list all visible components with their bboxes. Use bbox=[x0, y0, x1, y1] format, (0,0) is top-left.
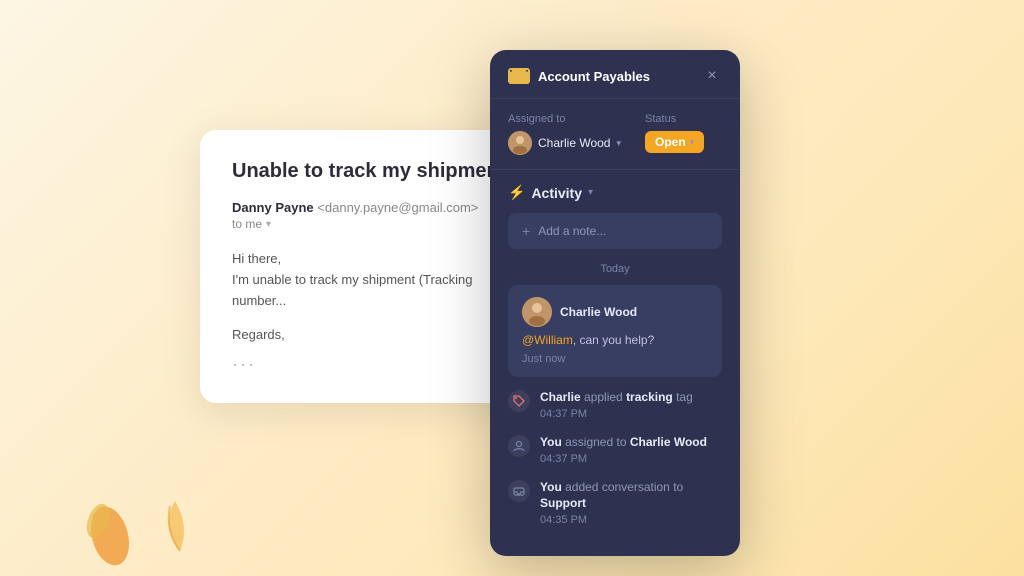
status-chevron-icon: ▾ bbox=[690, 137, 695, 148]
envelope-icon bbox=[508, 68, 530, 84]
email-to: to me ▾ bbox=[232, 217, 528, 231]
message-header: Charlie Wood bbox=[522, 297, 708, 327]
sender-email: <danny.payne@gmail.com> bbox=[317, 200, 478, 215]
activity-message-card: Charlie Wood @William, can you help? Jus… bbox=[508, 285, 722, 377]
log-time-1: 04:37 PM bbox=[540, 408, 693, 420]
assignee-name: Charlie Wood bbox=[538, 136, 610, 150]
avatar-svg bbox=[508, 131, 532, 155]
email-from: Danny Payne <danny.payne@gmail.com> bbox=[232, 200, 528, 215]
email-subject: Unable to track my shipment bbox=[232, 158, 528, 184]
email-body: Hi there, I'm unable to track my shipmen… bbox=[232, 249, 528, 311]
log-text-block-3: You added conversation to Support 04:35 … bbox=[540, 479, 722, 527]
email-content: I'm unable to track my shipment (Trackin… bbox=[232, 272, 472, 308]
log-text-2: You assigned to Charlie Wood bbox=[540, 434, 707, 451]
log-assignee: Charlie Wood bbox=[630, 435, 707, 449]
log-time-2: 04:37 PM bbox=[540, 453, 707, 465]
log-text-3: You added conversation to Support bbox=[540, 479, 722, 513]
log-you-2: You bbox=[540, 480, 562, 494]
envelope-svg bbox=[510, 70, 528, 83]
status-badge[interactable]: Open ▾ bbox=[645, 131, 704, 153]
activity-header: ⚡ Activity ▾ bbox=[508, 184, 722, 201]
message-mention: @William bbox=[522, 333, 573, 347]
activity-section: ⚡ Activity ▾ + Add a note... Today Charl bbox=[490, 170, 740, 377]
deco-leaf2 bbox=[155, 496, 205, 556]
message-author-avatar bbox=[522, 297, 552, 327]
message-text: , can you help? bbox=[573, 333, 654, 347]
assigned-label: Assigned to bbox=[508, 113, 621, 125]
assignee-selector[interactable]: Charlie Wood ▾ bbox=[508, 131, 621, 155]
log-item-tag: Charlie applied tracking tag 04:37 PM bbox=[508, 389, 722, 420]
status-label: Status bbox=[645, 113, 704, 125]
log-item-assign: You assigned to Charlie Wood 04:37 PM bbox=[508, 434, 722, 465]
status-value: Open bbox=[655, 135, 686, 149]
activity-log: Charlie applied tracking tag 04:37 PM Yo… bbox=[490, 389, 740, 556]
log-you-1: You bbox=[540, 435, 562, 449]
close-button[interactable]: × bbox=[702, 66, 722, 86]
tag-icon bbox=[508, 390, 530, 412]
panel-title: Account Payables bbox=[538, 69, 650, 84]
log-text-block-1: Charlie applied tracking tag 04:37 PM bbox=[540, 389, 693, 420]
user-icon bbox=[508, 435, 530, 457]
log-inbox-name: Support bbox=[540, 496, 586, 510]
panel-title-row: Account Payables bbox=[508, 68, 650, 84]
email-greeting: Hi there, bbox=[232, 251, 281, 266]
activity-chevron-icon: ▾ bbox=[588, 187, 593, 198]
inbox-svg bbox=[513, 485, 525, 497]
deco-leaf1 bbox=[80, 486, 140, 566]
inbox-icon bbox=[508, 480, 530, 502]
today-label: Today bbox=[508, 263, 722, 275]
log-actor-1: Charlie bbox=[540, 390, 581, 404]
add-note-button[interactable]: + Add a note... bbox=[508, 213, 722, 249]
status-group: Status Open ▾ bbox=[645, 113, 704, 155]
assigned-group: Assigned to Charlie Wood ▾ bbox=[508, 113, 621, 155]
assignee-avatar bbox=[508, 131, 532, 155]
log-time-3: 04:35 PM bbox=[540, 514, 722, 526]
to-label: to me bbox=[232, 217, 262, 231]
log-text-1: Charlie applied tracking tag bbox=[540, 389, 693, 406]
panel-header: Account Payables × bbox=[490, 50, 740, 99]
panel-meta: Assigned to Charlie Wood ▾ Status Open ▾ bbox=[490, 99, 740, 170]
plus-icon: + bbox=[522, 223, 530, 239]
dropdown-arrow[interactable]: ▾ bbox=[266, 219, 271, 230]
activity-panel: Account Payables × Assigned to Charlie W… bbox=[490, 50, 740, 556]
message-body: @William, can you help? bbox=[522, 333, 708, 347]
log-tag-name: tracking bbox=[626, 390, 673, 404]
log-item-conversation: You added conversation to Support 04:35 … bbox=[508, 479, 722, 527]
activity-emoji-icon: ⚡ bbox=[508, 184, 525, 201]
user-svg bbox=[513, 440, 525, 452]
message-time: Just now bbox=[522, 353, 708, 365]
log-text-block-2: You assigned to Charlie Wood 04:37 PM bbox=[540, 434, 707, 465]
email-more-button[interactable]: ··· bbox=[232, 354, 528, 375]
tag-svg bbox=[513, 395, 525, 407]
message-author-name: Charlie Wood bbox=[560, 305, 637, 319]
msg-avatar-svg bbox=[522, 297, 552, 327]
add-note-label: Add a note... bbox=[538, 224, 606, 238]
activity-title: Activity bbox=[531, 185, 582, 201]
assignee-chevron-icon: ▾ bbox=[616, 138, 621, 149]
sender-name: Danny Payne bbox=[232, 200, 314, 215]
email-regards: Regards, bbox=[232, 327, 528, 342]
